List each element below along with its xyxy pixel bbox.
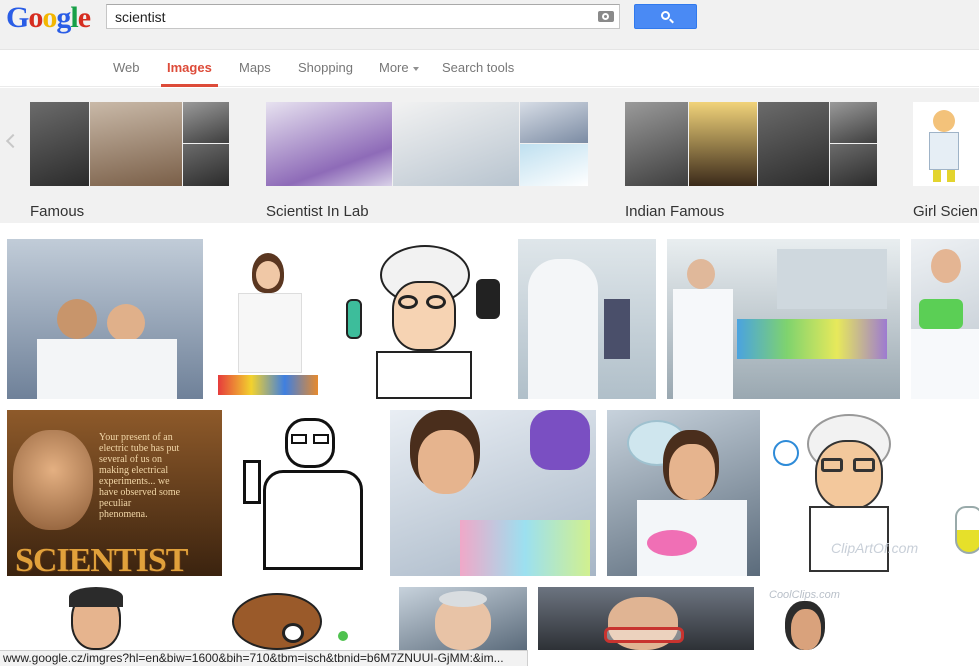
image-result[interactable] — [667, 239, 900, 399]
related-thumbnail — [520, 102, 588, 143]
image-result[interactable]: CoolClips.com — [765, 587, 931, 650]
tab-maps[interactable]: Maps — [239, 60, 271, 75]
image-result[interactable] — [518, 239, 656, 399]
related-thumbnail — [830, 102, 877, 143]
image-caption: Your present of an electric tube has put… — [99, 432, 181, 520]
tab-shopping[interactable]: Shopping — [298, 60, 353, 75]
image-watermark: ClipArtOf.com — [831, 540, 919, 556]
image-result[interactable]: ClipArtOf.com — [771, 410, 926, 576]
image-result[interactable] — [911, 239, 979, 399]
related-searches: Famous Scientist In Lab Indian Famous Gi… — [0, 88, 979, 223]
tab-more[interactable]: More — [379, 60, 419, 75]
image-result[interactable] — [942, 587, 979, 650]
related-thumbnail — [520, 144, 588, 186]
active-tab-indicator — [161, 84, 218, 87]
related-item-indian-famous[interactable]: Indian Famous — [625, 102, 877, 220]
search-input[interactable] — [115, 8, 585, 25]
related-thumbnail — [689, 102, 757, 186]
image-result[interactable] — [607, 410, 760, 576]
tab-images[interactable]: Images — [167, 60, 212, 75]
tab-search-tools[interactable]: Search tools — [442, 60, 514, 75]
image-overlay-text: SCIENTIST — [15, 542, 188, 576]
related-thumbnail — [393, 102, 519, 186]
image-result[interactable] — [214, 239, 325, 399]
image-result[interactable] — [538, 587, 754, 650]
image-result[interactable] — [212, 587, 388, 650]
related-thumbnail — [183, 102, 229, 143]
search-button[interactable] — [634, 4, 697, 29]
related-thumbnail — [183, 144, 229, 186]
related-label: Famous — [30, 203, 85, 220]
related-item-famous[interactable]: Famous — [30, 102, 229, 220]
related-thumbnail — [625, 102, 688, 186]
logo-letter: e — [77, 1, 91, 34]
logo-letter: G — [6, 1, 29, 34]
logo-letter: o — [28, 1, 43, 34]
related-label: Girl Scien — [913, 203, 979, 220]
related-label: Indian Famous — [625, 203, 725, 220]
image-result[interactable] — [7, 587, 201, 650]
related-thumbnail — [30, 102, 89, 186]
search-icon — [661, 11, 670, 20]
logo-letter: g — [56, 1, 71, 34]
camera-icon[interactable] — [598, 11, 614, 22]
google-logo[interactable]: Google — [6, 1, 91, 35]
related-item-girl-scientist[interactable]: Girl Scien — [913, 102, 979, 220]
related-thumbnail — [90, 102, 182, 186]
logo-letter: o — [42, 1, 57, 34]
image-result[interactable] — [399, 587, 527, 650]
image-result[interactable]: Your present of an electric tube has put… — [7, 410, 222, 576]
related-thumbnail — [266, 102, 392, 186]
image-result[interactable] — [937, 410, 979, 576]
related-item-scientist-in-lab[interactable]: Scientist In Lab — [266, 102, 588, 220]
header: Google — [0, 0, 979, 50]
logo-letter: l — [70, 1, 78, 34]
image-result[interactable] — [390, 410, 596, 576]
chevron-down-icon — [412, 66, 419, 71]
search-box — [106, 4, 620, 29]
chevron-left-icon[interactable] — [5, 133, 21, 149]
image-result[interactable] — [336, 239, 507, 399]
image-result[interactable] — [7, 239, 203, 399]
tab-bar: Web Images Maps Shopping More Search too… — [0, 51, 979, 87]
related-thumbnail — [830, 144, 877, 186]
image-result[interactable] — [233, 410, 379, 576]
status-bar-url: www.google.cz/imgres?hl=en&biw=1600&bih=… — [0, 650, 528, 666]
related-label: Scientist In Lab — [266, 203, 369, 220]
tab-more-label: More — [379, 60, 409, 75]
related-thumbnail — [913, 102, 979, 186]
tab-web[interactable]: Web — [113, 60, 140, 75]
image-watermark: CoolClips.com — [769, 589, 840, 601]
related-thumbnail — [758, 102, 829, 186]
